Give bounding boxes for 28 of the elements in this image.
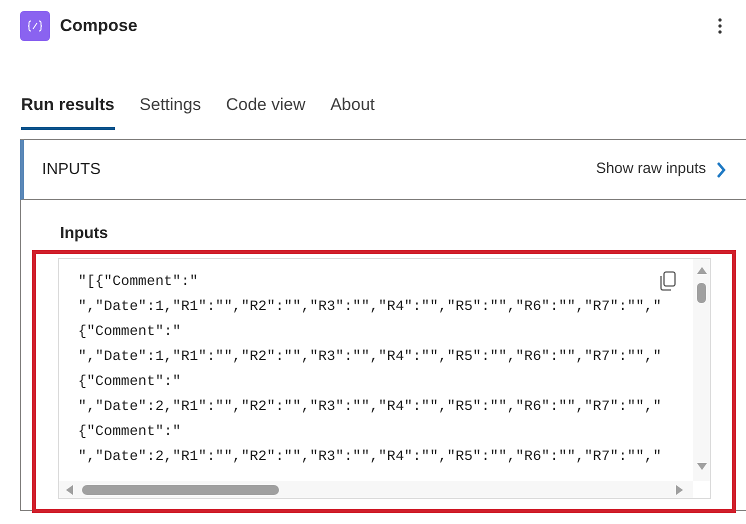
tab[interactable]: Code view [226, 88, 306, 130]
compose-action-icon [20, 11, 50, 41]
scroll-down-arrow-icon[interactable] [697, 463, 707, 470]
scroll-right-arrow-icon[interactable] [676, 485, 683, 495]
code-line: "[{"Comment":" [78, 273, 198, 292]
tab[interactable]: About [330, 88, 375, 130]
scrollbar-thumb[interactable] [697, 283, 706, 303]
code-line: {"Comment":" [78, 373, 181, 392]
chevron-right-icon [716, 162, 726, 178]
code-line: ","Date":1,"R1":"","R2":"","R3":"","R4":"","R5":"","R6":"","R7":""," [78, 298, 662, 317]
copy-icon[interactable] [659, 271, 677, 291]
code-line: ","Date":2,"R1":"","R2":"","R3":"","R4":"","R5":"","R6":"","R7":""," [78, 448, 662, 467]
more-options-icon[interactable] [718, 18, 722, 34]
code-line: {"Comment":" [78, 423, 181, 442]
code-line: ","Date":2,"R1":"","R2":"","R3":"","R4":"","R5":"","R6":"","R7":""," [78, 398, 662, 417]
action-title: Compose [60, 15, 138, 38]
tab[interactable]: Run results [21, 88, 115, 130]
tab[interactable]: Settings [140, 88, 201, 130]
show-raw-inputs-link[interactable]: Show raw inputs [596, 158, 726, 181]
vertical-scrollbar[interactable] [693, 259, 710, 481]
scrollbar-thumb[interactable] [82, 485, 279, 495]
field-label: Inputs [60, 224, 109, 244]
scroll-left-arrow-icon[interactable] [66, 485, 73, 495]
code-line: ","Date":1,"R1":"","R2":"","R3":"","R4":"","R5":"","R6":"","R7":""," [78, 348, 662, 367]
code-line: {"Comment":" [78, 323, 181, 342]
scroll-up-arrow-icon[interactable] [697, 267, 707, 274]
horizontal-scrollbar[interactable] [59, 481, 693, 498]
section-title: INPUTS [42, 160, 101, 180]
